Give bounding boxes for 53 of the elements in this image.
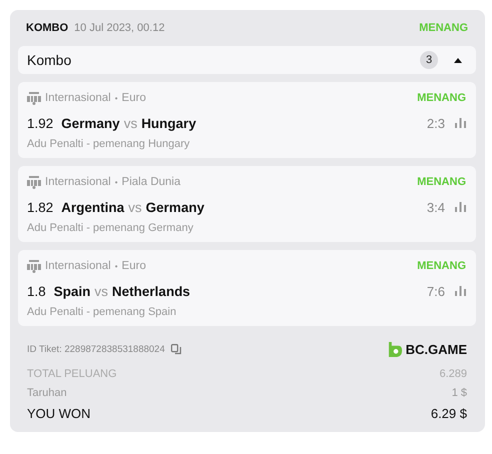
brand-logo-icon	[386, 342, 402, 356]
league-name: Internasional	[45, 92, 111, 104]
league-logo-icon	[27, 260, 41, 272]
league-logo-icon	[27, 176, 41, 188]
separator-dot: •	[114, 262, 118, 270]
league-name: Internasional	[45, 176, 111, 188]
tournament-name: Piala Dunia	[122, 176, 180, 188]
market-selection: Adu Penalti - pemenang Hungary	[27, 138, 191, 150]
combo-label: Kombo	[27, 52, 72, 68]
league-logo-icon	[27, 92, 41, 104]
match-odds: 1.8	[27, 284, 46, 298]
tournament-name: Euro	[122, 260, 146, 272]
away-team: Netherlands	[112, 284, 190, 298]
match-odds: 1.92	[27, 116, 54, 130]
match-score: 2:3	[426, 116, 445, 130]
match-score: 3:4	[426, 200, 445, 214]
match-status: MENANG	[417, 260, 466, 272]
summary-label: Taruhan	[27, 386, 67, 398]
summary-value: 6.29 $	[430, 406, 467, 420]
count-badge: 3	[420, 51, 438, 69]
market-selection: Adu Penalti - pemenang Germany	[27, 222, 194, 234]
versus-label: vs	[128, 200, 142, 214]
home-team: Argentina	[61, 200, 124, 214]
home-team: Germany	[61, 116, 120, 130]
bet-date: 10 Jul 2023, 00.12	[74, 22, 165, 34]
match-status: MENANG	[417, 176, 466, 188]
stats-icon[interactable]	[455, 118, 466, 128]
separator-dot: •	[114, 178, 118, 186]
ticket-id: ID Tiket: 2289872838531888024	[27, 344, 165, 354]
market-selection: Adu Penalti - pemenang Spain	[27, 306, 178, 318]
summary-label: YOU WON	[27, 406, 91, 420]
stats-icon[interactable]	[455, 202, 466, 212]
copy-icon[interactable]	[170, 344, 182, 354]
home-team: Spain	[54, 284, 91, 298]
match-odds: 1.82	[27, 200, 54, 214]
away-team: Germany	[146, 200, 204, 214]
brand-name: BC.GAME	[406, 342, 467, 356]
summary-value: 1 $	[452, 386, 467, 398]
summary-value: 6.289	[439, 368, 467, 380]
match-status: MENANG	[417, 92, 466, 104]
combo-bar[interactable]: Kombo 3	[18, 46, 476, 74]
match-score: 7:6	[426, 284, 445, 298]
league-name: Internasional	[45, 260, 111, 272]
tournament-name: Euro	[122, 92, 146, 104]
separator-dot: •	[114, 94, 118, 102]
versus-label: vs	[94, 284, 108, 298]
bet-type: KOMBO	[26, 22, 68, 34]
summary-label: TOTAL PELUANG	[27, 368, 117, 380]
away-team: Hungary	[141, 116, 196, 130]
bet-status: MENANG	[419, 22, 468, 34]
stats-icon[interactable]	[455, 286, 466, 296]
versus-label: vs	[124, 116, 138, 130]
caret-icon	[454, 58, 462, 62]
